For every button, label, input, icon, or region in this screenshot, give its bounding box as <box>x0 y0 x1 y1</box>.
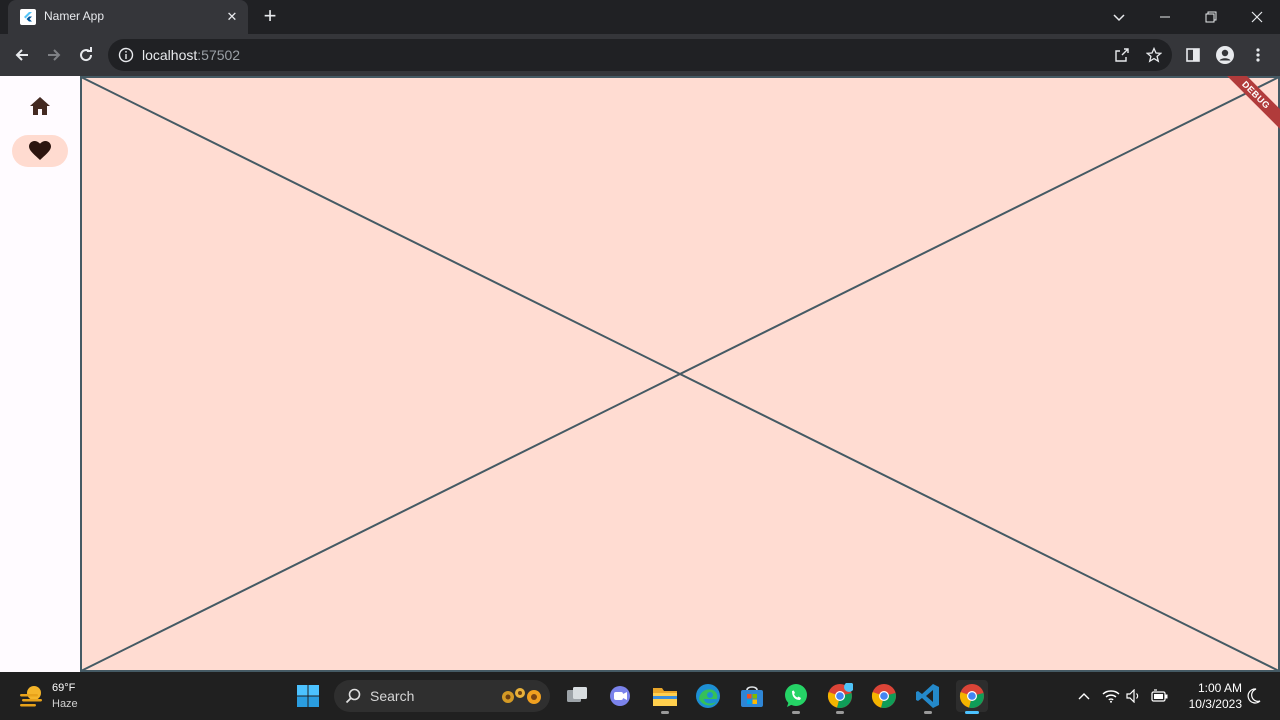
browser-toolbar: localhost:57502 <box>0 34 1280 76</box>
edge-icon <box>696 684 720 708</box>
close-tab-icon[interactable]: ✕ <box>224 9 240 25</box>
kebab-menu-icon <box>1256 48 1260 62</box>
clock-date: 10/3/2023 <box>1188 697 1242 711</box>
battery-button[interactable] <box>1150 684 1170 708</box>
minimize-icon <box>1160 16 1170 18</box>
search-label: Search <box>370 688 415 704</box>
whatsapp-icon <box>785 684 807 707</box>
side-panel-icon <box>1186 48 1200 62</box>
whatsapp-button[interactable] <box>780 680 812 714</box>
taskbar-search[interactable]: Search <box>334 680 550 712</box>
task-view-button[interactable] <box>561 680 593 712</box>
start-button[interactable] <box>292 680 324 712</box>
nav-favorites[interactable] <box>12 135 68 167</box>
running-indicator <box>836 711 844 714</box>
chrome-profile-icon <box>827 683 853 708</box>
profile-icon <box>1216 46 1234 64</box>
share-icon <box>1115 48 1129 62</box>
windows-start-icon <box>297 685 319 707</box>
edge-button[interactable] <box>692 680 724 712</box>
file-explorer-icon <box>653 688 677 706</box>
forward-icon <box>48 49 61 61</box>
back-button[interactable] <box>8 41 36 69</box>
url-port: :57502 <box>197 47 241 63</box>
weather-widget[interactable]: 69°F Haze <box>16 680 106 712</box>
restore-button[interactable] <box>1188 0 1234 34</box>
close-icon <box>1251 11 1263 23</box>
address-bar[interactable]: localhost:57502 <box>108 39 1172 71</box>
chrome-active-button[interactable] <box>956 680 988 714</box>
chevron-down-icon <box>1113 14 1125 22</box>
file-explorer-button[interactable] <box>649 680 681 714</box>
chrome-active-icon <box>959 684 984 708</box>
search-icon <box>345 688 361 704</box>
vscode-button[interactable] <box>912 680 944 714</box>
reload-icon <box>80 47 93 62</box>
tab-title: Namer App <box>44 9 105 23</box>
url-text: localhost:57502 <box>142 47 240 63</box>
search-highlight-icon <box>502 688 541 704</box>
night-mode-icon <box>1247 688 1261 704</box>
profile-button[interactable] <box>1213 43 1237 67</box>
close-window-button[interactable] <box>1234 0 1280 34</box>
show-hidden-icons-button[interactable] <box>1074 684 1094 708</box>
running-indicator <box>661 711 669 714</box>
running-indicator <box>924 711 932 714</box>
vscode-icon <box>916 684 939 708</box>
chrome-icon <box>871 684 896 708</box>
nav-home[interactable] <box>12 90 68 122</box>
app-page: DEBUG <box>0 76 1280 672</box>
chevron-up-icon <box>1078 693 1090 700</box>
bookmark-button[interactable] <box>1142 43 1166 67</box>
chrome-profile-button[interactable] <box>824 680 856 714</box>
volume-icon <box>1126 689 1139 703</box>
new-tab-button[interactable]: + <box>258 5 282 29</box>
browser-tab-strip: Namer App ✕ + <box>0 0 1280 34</box>
wifi-icon <box>1102 690 1120 703</box>
flutter-logo-icon <box>20 9 36 25</box>
task-view-icon <box>567 687 587 702</box>
teams-chat-icon <box>610 686 630 706</box>
teams-chat-button[interactable] <box>604 680 636 712</box>
volume-button[interactable] <box>1124 684 1144 708</box>
reload-button[interactable] <box>72 41 100 69</box>
weather-temperature: 69°F <box>52 682 76 694</box>
active-indicator <box>965 711 979 714</box>
back-icon <box>15 49 28 61</box>
system-clock[interactable]: 1:00 AM 10/3/2023 <box>1176 680 1242 712</box>
chrome-button[interactable] <box>868 680 900 712</box>
share-button[interactable] <box>1110 43 1134 67</box>
forward-button[interactable] <box>40 41 68 69</box>
placeholder-widget <box>80 76 1280 672</box>
browser-tab[interactable]: Namer App ✕ <box>8 0 248 34</box>
weather-description: Haze <box>52 698 78 710</box>
tab-search-button[interactable] <box>1096 0 1142 34</box>
battery-icon <box>1151 689 1168 702</box>
url-host: localhost <box>142 47 198 63</box>
running-indicator <box>792 711 800 714</box>
home-icon <box>30 97 50 115</box>
menu-button[interactable] <box>1246 43 1270 67</box>
minimize-button[interactable] <box>1142 0 1188 34</box>
windows-taskbar: 69°F Haze Search 1:00 AM 10/3/2023 <box>0 672 1280 720</box>
placeholder-content: DEBUG <box>80 76 1280 672</box>
info-icon[interactable] <box>118 47 134 63</box>
store-icon <box>741 686 763 707</box>
side-panel-button[interactable] <box>1181 43 1205 67</box>
haze-weather-icon <box>20 686 42 707</box>
restore-icon <box>1205 11 1217 23</box>
store-button[interactable] <box>736 680 768 712</box>
clock-time: 1:00 AM <box>1197 681 1242 695</box>
network-button[interactable] <box>1101 684 1121 708</box>
heart-icon <box>29 141 51 160</box>
star-icon <box>1146 47 1162 63</box>
notifications-button[interactable] <box>1244 684 1264 708</box>
navigation-rail <box>0 76 80 672</box>
